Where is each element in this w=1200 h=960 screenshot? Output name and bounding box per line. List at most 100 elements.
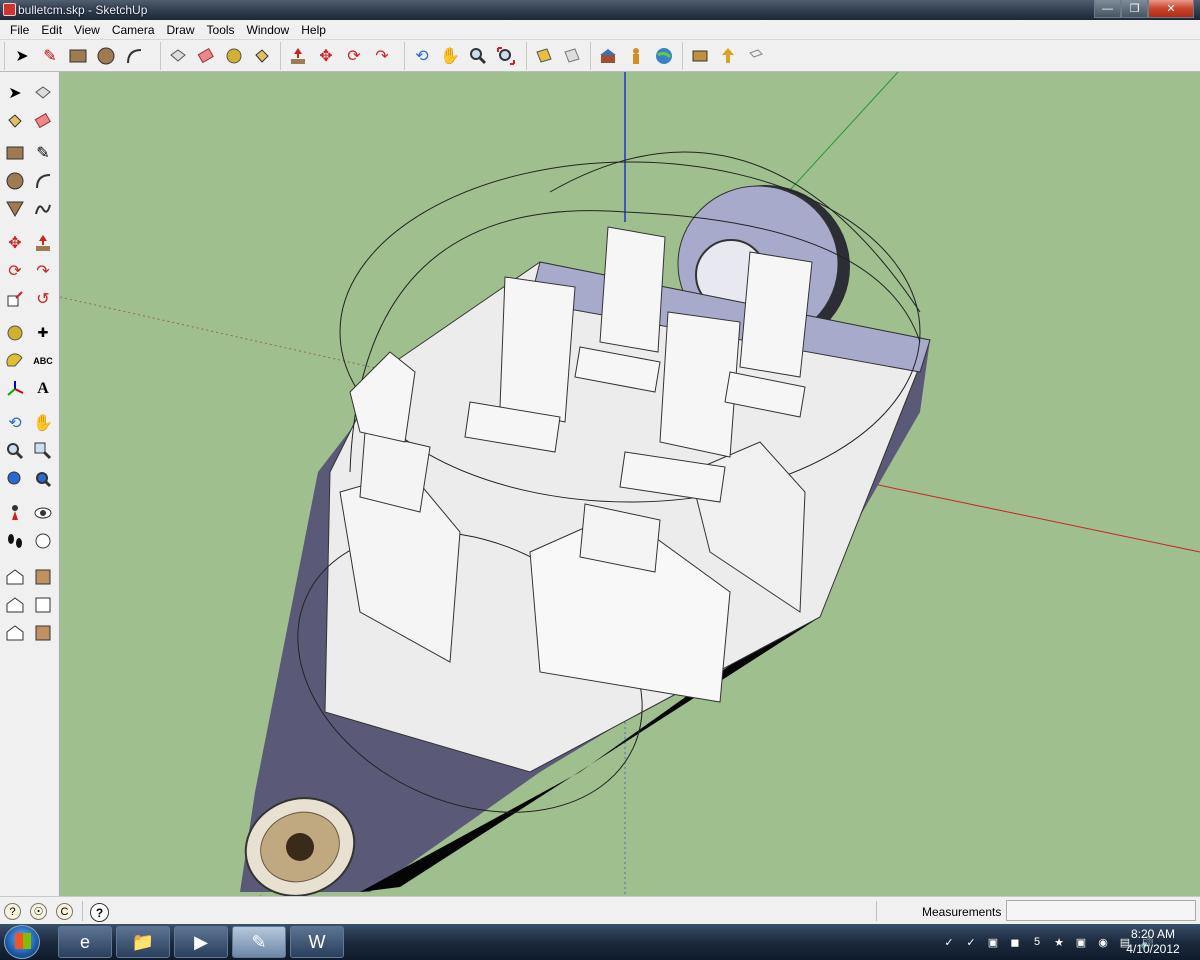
freehand-icon[interactable]: [30, 196, 56, 222]
position-camera-icon[interactable]: [2, 500, 28, 526]
3d-text-icon[interactable]: [742, 43, 770, 69]
move-icon[interactable]: ✥: [2, 230, 28, 256]
file-explorer-icon[interactable]: 📁: [116, 926, 170, 958]
close-button[interactable]: ✕: [1148, 0, 1194, 18]
section-display-icon[interactable]: [558, 43, 586, 69]
rotate-icon[interactable]: ⟳: [2, 258, 28, 284]
share-model-icon[interactable]: [714, 43, 742, 69]
make-component-icon[interactable]: [30, 80, 56, 106]
follow-me-icon[interactable]: ↷: [30, 258, 56, 284]
tray-app-icon[interactable]: ✓: [940, 934, 958, 950]
paint-bucket-icon[interactable]: [2, 108, 28, 134]
polygon-icon[interactable]: [2, 196, 28, 222]
pan-hand-icon[interactable]: ✋: [30, 410, 56, 436]
tray-html5-icon[interactable]: 5: [1028, 934, 1046, 950]
rotate-icon[interactable]: ⟳: [340, 43, 368, 69]
protractor-icon[interactable]: [2, 348, 28, 374]
offset-icon[interactable]: ↺: [30, 286, 56, 312]
move-icon[interactable]: ✥: [312, 43, 340, 69]
google-earth-icon[interactable]: [650, 43, 678, 69]
arc-icon[interactable]: [30, 168, 56, 194]
dimension-icon[interactable]: ✚: [30, 320, 56, 346]
previous-view-icon[interactable]: [2, 466, 28, 492]
menu-draw[interactable]: Draw: [161, 23, 201, 37]
walk-footprints-icon[interactable]: [2, 528, 28, 554]
word-icon[interactable]: W: [290, 926, 344, 958]
zoom-extents-icon[interactable]: [30, 466, 56, 492]
model-viewport[interactable]: [60, 72, 1200, 896]
make-component-icon[interactable]: [164, 43, 192, 69]
tray-star-icon[interactable]: ★: [1050, 934, 1068, 950]
sketchup-taskbar-icon[interactable]: ✎: [232, 926, 286, 958]
text-icon[interactable]: ABC: [30, 348, 56, 374]
section-plane-icon[interactable]: [30, 528, 56, 554]
arc-icon[interactable]: [120, 43, 148, 69]
windows-logo-icon: [15, 933, 31, 949]
3d-text-icon[interactable]: A: [30, 376, 56, 402]
figure-icon[interactable]: [622, 43, 650, 69]
menu-tools[interactable]: Tools: [201, 23, 241, 37]
clock-date: 4/10/2012: [1126, 942, 1180, 956]
circle-icon[interactable]: [92, 43, 120, 69]
components-icon[interactable]: [686, 43, 714, 69]
orbit-icon[interactable]: ⟲: [2, 410, 28, 436]
left-view-icon[interactable]: [30, 620, 56, 646]
tray-monitor-icon[interactable]: ▣: [1072, 934, 1090, 950]
axes-icon[interactable]: [2, 376, 28, 402]
line-icon[interactable]: ✎: [30, 140, 56, 166]
tray-security-icon[interactable]: ✓: [962, 934, 980, 950]
scale-icon[interactable]: [2, 286, 28, 312]
menu-camera[interactable]: Camera: [106, 23, 161, 37]
rectangle-icon[interactable]: [2, 140, 28, 166]
top-view-house-icon[interactable]: [2, 592, 28, 618]
menu-window[interactable]: Window: [241, 23, 296, 37]
system-clock[interactable]: 8:20 AM 4/10/2012: [1120, 927, 1186, 957]
zoom-icon[interactable]: [464, 43, 492, 69]
minimize-button[interactable]: —: [1094, 0, 1121, 18]
rectangle-icon[interactable]: [64, 43, 92, 69]
pencil-icon[interactable]: ✎: [36, 43, 64, 69]
tray-globe-icon[interactable]: ◉: [1094, 934, 1112, 950]
push-pull-icon[interactable]: [284, 43, 312, 69]
circle-icon[interactable]: [2, 168, 28, 194]
section-plane-icon[interactable]: [530, 43, 558, 69]
credits-icon[interactable]: ☉: [30, 903, 47, 920]
front-view-house-icon[interactable]: [2, 620, 28, 646]
maximize-button[interactable]: ❐: [1121, 0, 1148, 18]
user-icon[interactable]: C: [56, 903, 73, 920]
menu-view[interactable]: View: [68, 23, 106, 37]
eraser-icon[interactable]: [30, 108, 56, 134]
eraser-icon[interactable]: [192, 43, 220, 69]
geolocation-icon[interactable]: ?: [4, 903, 21, 920]
start-button[interactable]: [4, 925, 40, 959]
push-pull-icon[interactable]: [30, 230, 56, 256]
internet-explorer-icon[interactable]: e: [58, 926, 112, 958]
tape-measure-icon[interactable]: [2, 320, 28, 346]
tray-network-icon[interactable]: ▣: [984, 934, 1002, 950]
zoom-icon[interactable]: [2, 438, 28, 464]
pan-hand-icon[interactable]: ✋: [436, 43, 464, 69]
back-view-icon[interactable]: [30, 592, 56, 618]
right-view-icon[interactable]: [30, 564, 56, 590]
paint-bucket-icon[interactable]: [248, 43, 276, 69]
media-player-icon[interactable]: ▶: [174, 926, 228, 958]
tape-measure-icon[interactable]: [220, 43, 248, 69]
select-arrow-icon[interactable]: ➤: [8, 43, 36, 69]
select-arrow-icon[interactable]: ➤: [2, 80, 28, 106]
menu-file[interactable]: File: [4, 23, 35, 37]
warehouse-icon[interactable]: [594, 43, 622, 69]
help-icon[interactable]: ?: [90, 903, 109, 922]
menu-edit[interactable]: Edit: [35, 23, 68, 37]
zoom-extents-icon[interactable]: [492, 43, 520, 69]
toolbar-camera-group: ⟲ ✋: [404, 42, 520, 70]
zoom-window-icon[interactable]: [30, 438, 56, 464]
model-canvas[interactable]: [60, 72, 1200, 896]
follow-me-icon[interactable]: ↷: [368, 43, 396, 69]
tray-shield-icon[interactable]: ◼: [1006, 934, 1024, 950]
sketchup-app-icon[interactable]: [3, 3, 16, 16]
orbit-icon[interactable]: ⟲: [408, 43, 436, 69]
look-around-eye-icon[interactable]: [30, 500, 56, 526]
measurements-input[interactable]: [1006, 900, 1196, 921]
iso-view-house-icon[interactable]: [2, 564, 28, 590]
menu-help[interactable]: Help: [295, 23, 332, 37]
